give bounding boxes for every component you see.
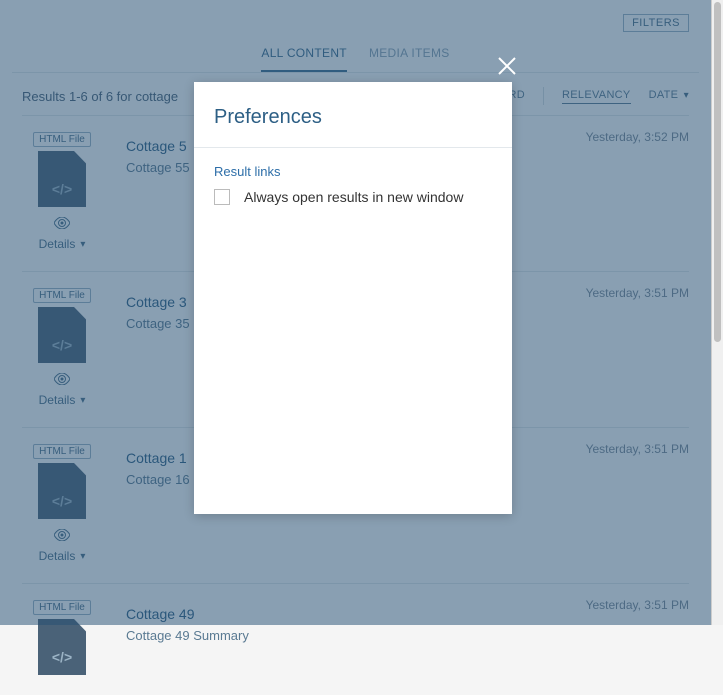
scrollbar-thumb[interactable]: [714, 2, 721, 342]
checkbox-unchecked[interactable]: [214, 189, 230, 205]
html-file-icon: </>: [38, 619, 86, 675]
result-links-section-label: Result links: [214, 164, 492, 179]
vertical-scrollbar[interactable]: [712, 0, 723, 625]
modal-title: Preferences: [194, 82, 512, 148]
open-new-window-checkbox-row[interactable]: Always open results in new window: [214, 189, 492, 205]
search-results-page: FILTERS ALL CONTENT MEDIA ITEMS Results …: [0, 0, 712, 625]
checkbox-label: Always open results in new window: [244, 189, 463, 205]
modal-body: Result links Always open results in new …: [194, 148, 512, 221]
close-icon[interactable]: [497, 56, 517, 81]
preferences-modal: Preferences Result links Always open res…: [194, 82, 512, 514]
result-subtitle: Cottage 49 Summary: [126, 628, 689, 643]
